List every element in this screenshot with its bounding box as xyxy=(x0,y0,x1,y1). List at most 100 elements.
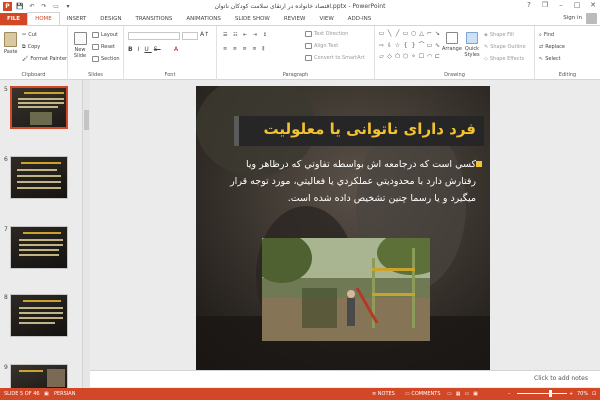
align-text-icon xyxy=(305,43,312,49)
shape-option-icon[interactable]: ╱ xyxy=(394,30,401,41)
view-buttons[interactable]: ▭▦▭▣ xyxy=(447,391,482,397)
language-indicator[interactable]: PERSIAN xyxy=(54,391,75,397)
text-direction-button[interactable]: Text Direction xyxy=(305,31,348,37)
maximize-icon[interactable]: □ xyxy=(572,1,582,9)
tab-review[interactable]: REVIEW xyxy=(277,13,313,25)
arrange-button[interactable]: Arrange xyxy=(442,32,462,52)
slide-thumbnail-5[interactable] xyxy=(10,86,68,129)
notes-placeholder[interactable]: Click to add notes xyxy=(534,375,588,382)
slide-thumbnail-8[interactable] xyxy=(10,294,68,337)
copy-button[interactable]: ⧉ Copy xyxy=(22,44,40,50)
tab-view[interactable]: VIEW xyxy=(312,13,340,25)
shape-option-icon[interactable]: ▭ xyxy=(402,30,409,41)
shapes-gallery[interactable]: ▭ ╲ ╱ ▭ ○ △ ⌐ ↘ ⇨ ⇩ ☆{} ⌒ ▭ ∿ ▱ ◇ ⬠ ⬡ ⚬ ☐ ◠ ⊏ xyxy=(378,30,441,64)
layout-button[interactable]: Layout xyxy=(92,32,118,38)
shape-option-icon[interactable]: ◠ xyxy=(426,53,433,64)
paste-button[interactable]: Paste xyxy=(4,32,18,55)
shape-option-icon[interactable]: ⇩ xyxy=(386,42,393,53)
playground-photo[interactable] xyxy=(262,238,430,341)
redo-icon[interactable]: ↷ xyxy=(40,3,48,10)
spellcheck-icon[interactable]: ▣ xyxy=(44,391,49,397)
cut-button[interactable]: ✂ Cut xyxy=(22,32,37,38)
tab-add-ins[interactable]: ADD-INS xyxy=(341,13,378,25)
text-direction-icon xyxy=(305,31,312,37)
tab-transitions[interactable]: TRANSITIONS xyxy=(128,13,179,25)
select-button[interactable]: ↖ Select xyxy=(539,56,561,62)
shape-option-icon[interactable]: ▱ xyxy=(378,53,385,64)
align-buttons[interactable]: ≡ ≡ ≡ ≡ ⫼ xyxy=(223,46,266,52)
list-buttons[interactable]: ☰ ☷ ⇤ ⇥ ↕ xyxy=(223,32,269,38)
section-button[interactable]: Section xyxy=(92,56,120,62)
shape-option-icon[interactable]: ○ xyxy=(410,30,417,41)
shape-option-icon[interactable]: { xyxy=(402,42,409,53)
format-painter-button[interactable]: 🖌 Format Painter xyxy=(22,56,67,62)
slide-title-box[interactable]: فرد دارای ناتوانی یا معلولیت xyxy=(234,116,484,146)
font-style-buttons[interactable]: BIUS xyxy=(128,46,161,53)
shape-option-icon[interactable]: ⌐ xyxy=(426,30,433,41)
shape-option-icon[interactable]: ⇨ xyxy=(378,42,385,53)
undo-icon[interactable]: ↶ xyxy=(28,3,36,10)
new-slide-button[interactable]: New Slide xyxy=(71,32,89,59)
avatar[interactable] xyxy=(586,13,597,24)
tab-file[interactable]: FILE xyxy=(0,13,28,25)
shape-option-icon[interactable]: ⬠ xyxy=(394,53,401,64)
align-text-button[interactable]: Align Text xyxy=(305,43,338,49)
zoom-level[interactable]: 70% xyxy=(577,391,588,397)
font-size-combo[interactable] xyxy=(182,32,198,40)
reset-button[interactable]: Reset xyxy=(92,44,115,50)
save-icon[interactable]: 💾 xyxy=(16,3,24,10)
shape-option-icon[interactable]: ⬡ xyxy=(402,53,409,64)
shape-option-icon[interactable]: ◇ xyxy=(386,53,393,64)
comments-toggle[interactable]: ▭ COMMENTS xyxy=(405,391,441,397)
tab-slide-show[interactable]: SLIDE SHOW xyxy=(228,13,277,25)
shape-outline-label: Shape Outline xyxy=(490,44,526,50)
shape-option-icon[interactable]: ⊏ xyxy=(434,53,441,64)
notes-toggle[interactable]: ≡ NOTES xyxy=(372,391,395,397)
zoom-in-icon[interactable]: + xyxy=(569,391,573,397)
customize-qat-icon[interactable]: ▾ xyxy=(64,3,72,10)
quick-styles-button[interactable]: Quick Styles xyxy=(462,32,482,58)
ribbon-display-icon[interactable]: ❐ xyxy=(540,1,550,9)
slide-thumbnail-6[interactable] xyxy=(10,156,68,199)
tab-design[interactable]: DESIGN xyxy=(93,13,128,25)
shape-option-icon[interactable]: ▭ xyxy=(378,30,385,41)
fit-to-window-icon[interactable]: ⊡ xyxy=(592,391,596,397)
shape-option-icon[interactable]: ╲ xyxy=(386,30,393,41)
slide-thumbnail-7[interactable] xyxy=(10,226,68,269)
shape-effects-button[interactable]: ◇ Shape Effects xyxy=(484,56,524,62)
zoom-out-icon[interactable]: – xyxy=(508,391,511,397)
help-icon[interactable]: ? xyxy=(524,1,534,9)
convert-smartart-button[interactable]: Convert to SmartArt xyxy=(305,55,365,61)
shape-fill-button[interactable]: ◈ Shape Fill xyxy=(484,32,514,38)
shape-option-icon[interactable]: △ xyxy=(418,30,425,41)
shape-option-icon[interactable]: ☐ xyxy=(418,53,425,64)
shape-option-icon[interactable]: ▭ xyxy=(426,42,433,53)
tab-home[interactable]: HOME xyxy=(27,12,60,25)
shape-outline-button[interactable]: ✎ Shape Outline xyxy=(484,44,526,50)
close-icon[interactable]: ✕ xyxy=(588,1,598,9)
shape-option-icon[interactable]: ☆ xyxy=(394,42,401,53)
replace-button[interactable]: ⇄ Replace xyxy=(539,44,565,50)
zoom-slider[interactable] xyxy=(517,393,567,394)
thumbnail-scrollbar[interactable] xyxy=(82,80,90,388)
shape-option-icon[interactable]: ⚬ xyxy=(410,53,417,64)
shape-option-icon[interactable]: ⌒ xyxy=(418,42,425,53)
find-button[interactable]: ⌕ Find xyxy=(539,32,554,38)
shape-option-icon[interactable]: } xyxy=(410,42,417,53)
current-slide[interactable]: فرد دارای ناتوانی یا معلولیت کسي است که … xyxy=(196,86,490,371)
font-color-icon[interactable]: A xyxy=(174,46,178,53)
font-name-combo[interactable] xyxy=(128,32,180,40)
notes-pane[interactable]: Click to add notes xyxy=(90,370,600,387)
grow-font-icon[interactable]: A↑ xyxy=(200,31,209,38)
minimize-icon[interactable]: – xyxy=(556,1,566,9)
start-from-beginning-icon[interactable]: ▭ xyxy=(52,3,60,10)
slide-body-text[interactable]: کسي است که درجامعه اش بواسطه تفاوتي که د… xyxy=(214,156,476,207)
tab-animations[interactable]: ANIMATIONS xyxy=(179,13,228,25)
zoom-slider-handle[interactable] xyxy=(548,390,552,397)
shape-option-icon[interactable]: ∿ xyxy=(434,42,441,53)
slide-thumbnail-9[interactable] xyxy=(10,364,68,388)
scrollbar-thumb[interactable] xyxy=(84,110,89,130)
tab-insert[interactable]: INSERT xyxy=(60,13,93,25)
sign-in-link[interactable]: Sign in xyxy=(563,15,582,21)
shape-option-icon[interactable]: ↘ xyxy=(434,30,441,41)
